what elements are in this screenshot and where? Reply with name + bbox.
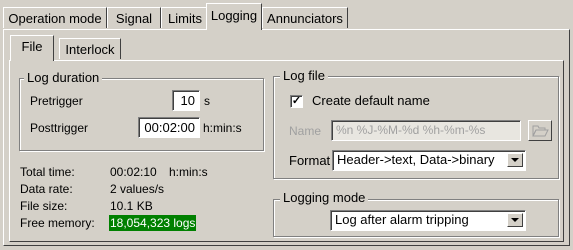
subtab-file[interactable]: File bbox=[10, 35, 54, 61]
chevron-down-icon[interactable] bbox=[507, 213, 523, 227]
folder-open-icon bbox=[532, 125, 549, 137]
posttrigger-label: Posttrigger bbox=[30, 121, 89, 135]
tab-logging[interactable]: Logging bbox=[206, 3, 262, 30]
tab-annunciators[interactable]: Annunciators bbox=[262, 7, 348, 28]
data-rate-label: Data rate: bbox=[20, 182, 73, 196]
browse-folder-button[interactable] bbox=[528, 120, 552, 141]
pretrigger-label: Pretrigger bbox=[30, 94, 83, 108]
data-rate-value: 2 values/s bbox=[110, 182, 165, 196]
total-time-unit: h:min:s bbox=[169, 165, 208, 179]
create-default-label[interactable]: Create default name bbox=[312, 93, 430, 109]
tab-signal[interactable]: Signal bbox=[107, 7, 161, 28]
pretrigger-input[interactable]: 10 bbox=[172, 90, 200, 111]
file-size-label: File size: bbox=[20, 199, 68, 213]
pretrigger-unit: s bbox=[204, 94, 210, 108]
total-time-label: Total time: bbox=[20, 165, 75, 179]
log-file-title: Log file bbox=[280, 69, 328, 83]
name-input[interactable]: %n %J-%M-%d %h-%m-%s bbox=[331, 120, 521, 141]
subtab-interlock[interactable]: Interlock bbox=[59, 38, 121, 59]
posttrigger-unit: h:min:s bbox=[203, 121, 242, 135]
free-memory-label: Free memory: bbox=[20, 216, 95, 230]
format-label: Format bbox=[289, 153, 331, 168]
file-size-value: 10.1 KB bbox=[110, 199, 153, 213]
format-select[interactable]: Header->text, Data->binary bbox=[332, 150, 526, 171]
tab-limits[interactable]: Limits bbox=[161, 7, 209, 28]
log-duration-group bbox=[19, 78, 264, 151]
logging-mode-select[interactable]: Log after alarm tripping bbox=[330, 210, 526, 231]
logging-mode-title: Logging mode bbox=[280, 191, 369, 205]
free-memory-value: 18,054,323 logs bbox=[109, 215, 197, 231]
posttrigger-input[interactable]: 00:02:00 bbox=[138, 117, 200, 138]
log-duration-title: Log duration bbox=[24, 71, 103, 85]
logging-mode-select-value: Log after alarm tripping bbox=[335, 212, 469, 227]
create-default-checkbox[interactable]: ✓ bbox=[290, 95, 303, 108]
total-time-value: 00:02:10 bbox=[110, 165, 157, 179]
format-select-value: Header->text, Data->binary bbox=[337, 152, 495, 167]
tab-operation-mode[interactable]: Operation mode bbox=[3, 7, 107, 28]
name-label: Name bbox=[289, 124, 322, 138]
chevron-down-icon[interactable] bbox=[507, 153, 523, 167]
